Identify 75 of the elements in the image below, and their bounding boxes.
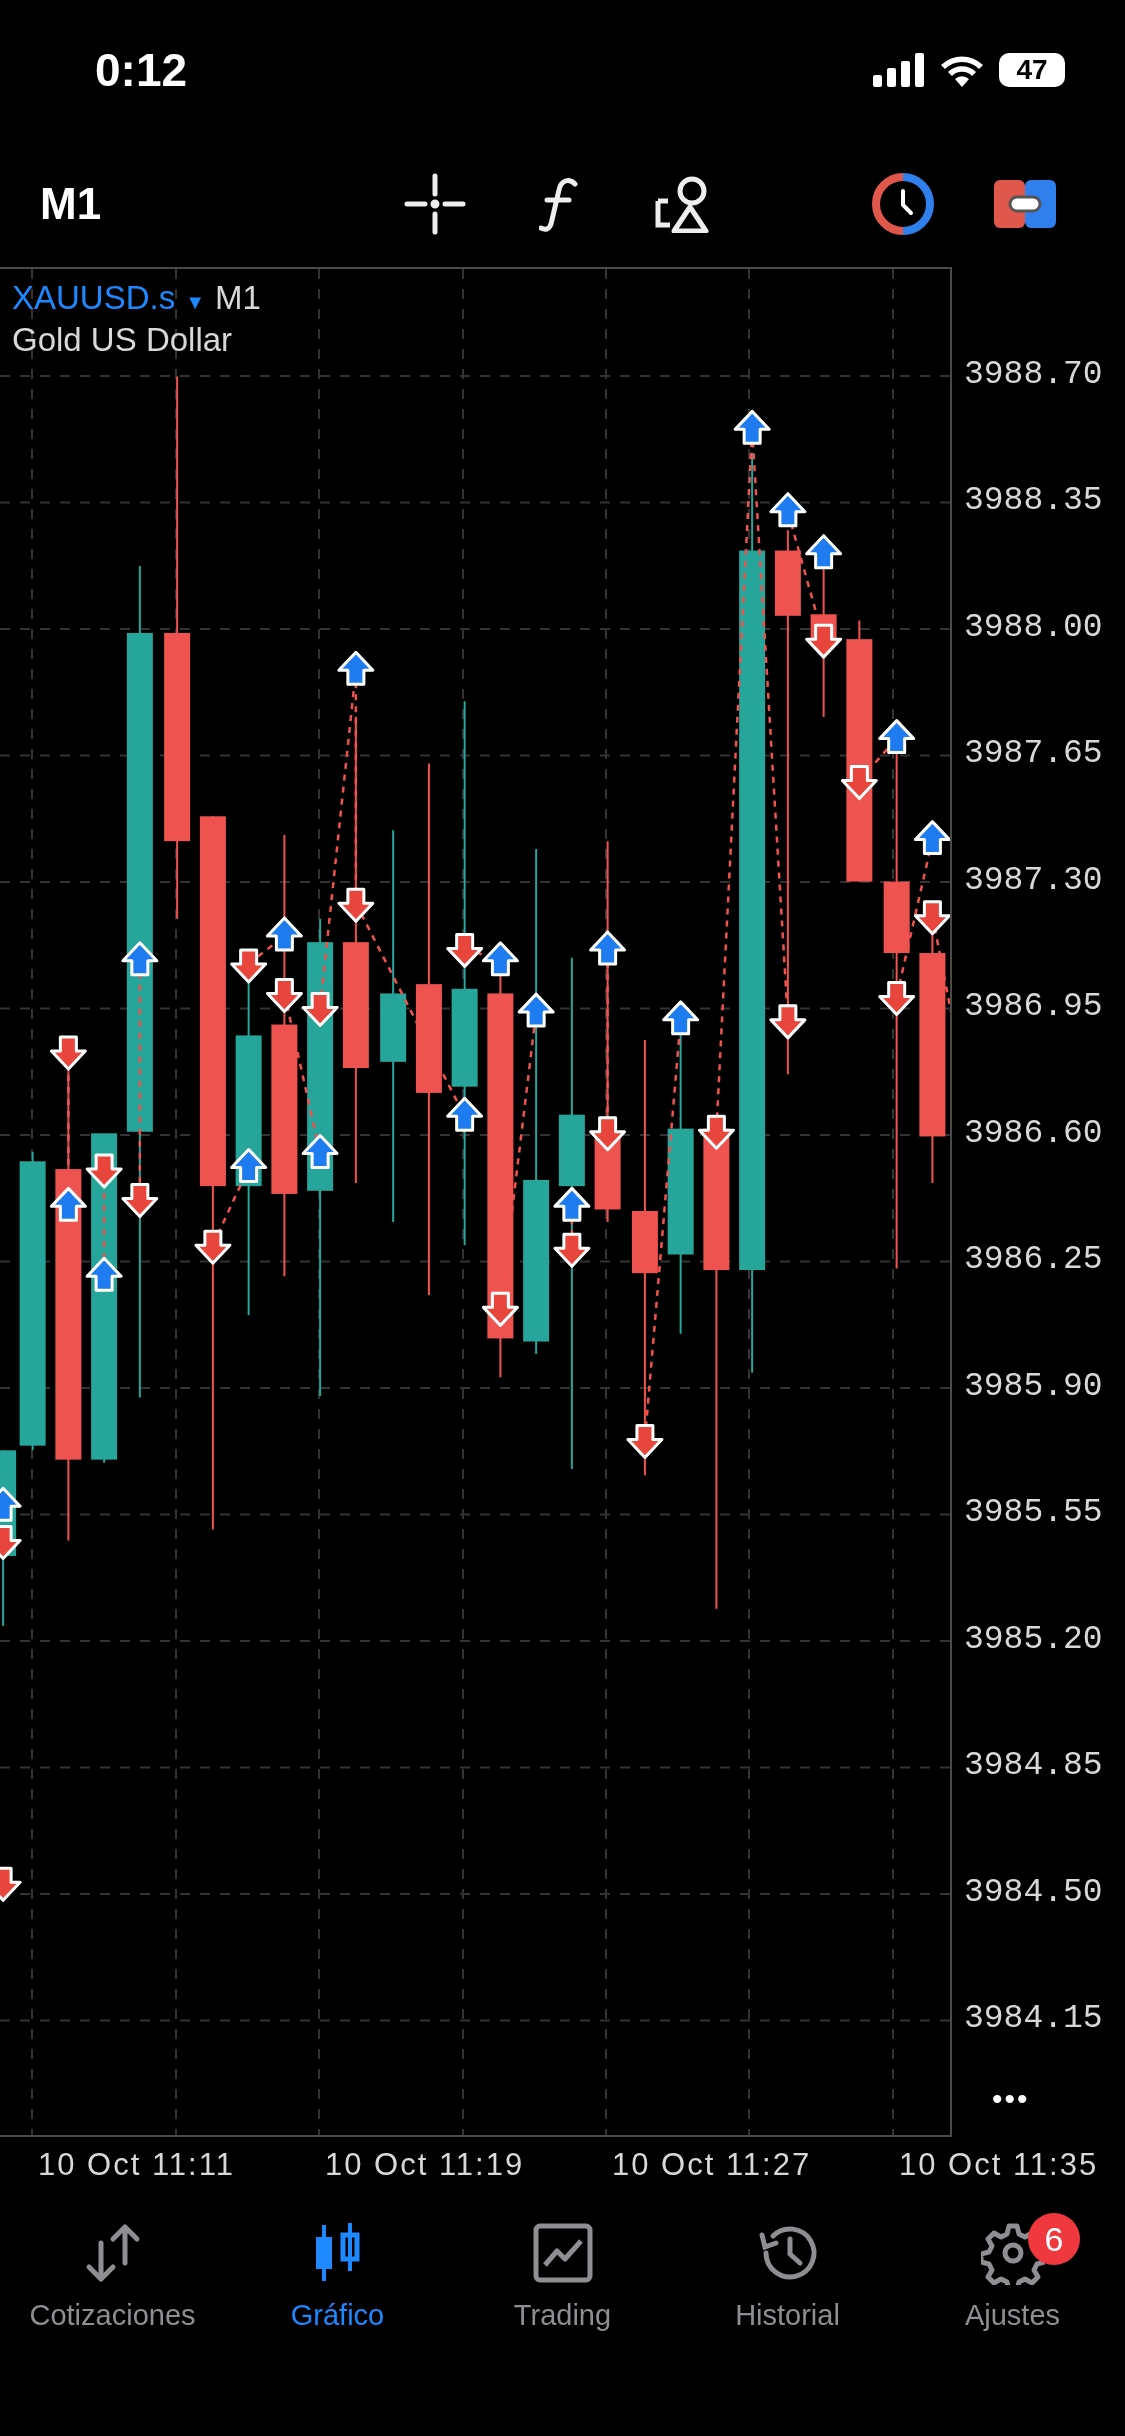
up-arrow-marker	[49, 1186, 87, 1222]
symbol-name[interactable]: XAUUSD.s	[12, 279, 176, 317]
price-label: 3988.70	[964, 355, 1103, 393]
down-arrow-marker	[230, 948, 268, 984]
up-arrow-marker	[0, 1486, 22, 1522]
tab-bar-item[interactable]: Trading	[450, 2213, 675, 2332]
down-arrow-marker	[446, 932, 484, 968]
down-arrow-marker	[913, 900, 950, 936]
up-arrow-marker	[481, 941, 519, 977]
tab-bar-item[interactable]: Gráfico	[225, 2213, 450, 2332]
up-arrow-marker	[121, 941, 159, 977]
chart-timeframe: M1	[215, 279, 261, 317]
price-label: 3984.15	[964, 2000, 1103, 2038]
price-label: 3986.25	[964, 1241, 1103, 1279]
notification-badge: 6	[1028, 2213, 1080, 2265]
up-arrow-marker	[878, 719, 916, 755]
price-label: 3988.35	[964, 482, 1103, 520]
up-arrow-marker	[517, 992, 555, 1028]
tab-bar-item[interactable]: Cotizaciones	[0, 2213, 225, 2332]
wifi-icon	[939, 53, 985, 87]
down-arrow-marker	[0, 1866, 22, 1902]
price-label: 3987.30	[964, 861, 1103, 899]
down-arrow-marker	[194, 1229, 232, 1265]
status-time: 0:12	[95, 43, 188, 97]
price-label: 3984.50	[964, 1873, 1103, 1911]
down-arrow-marker	[589, 1116, 627, 1152]
time-label: 10 Oct 11:19	[325, 2147, 526, 2183]
price-label: 3985.90	[964, 1367, 1103, 1405]
more-button[interactable]: •••	[992, 2082, 1062, 2116]
up-arrow-marker	[301, 1134, 339, 1169]
down-arrow-marker	[121, 1183, 159, 1219]
up-arrow-marker	[553, 1186, 591, 1222]
down-arrow-marker	[626, 1423, 664, 1459]
time-label: 10 Oct 11:11	[38, 2147, 236, 2183]
down-arrow-marker	[337, 887, 375, 923]
tab-bar-item[interactable]: Ajustes 6	[900, 2213, 1125, 2332]
up-arrow-marker	[230, 1148, 268, 1183]
down-arrow-marker	[878, 981, 916, 1017]
down-arrow-marker	[805, 623, 843, 659]
up-arrow-marker	[446, 1096, 484, 1132]
up-arrow-marker	[913, 820, 950, 856]
up-arrow-marker	[85, 1256, 123, 1292]
down-arrow-marker	[481, 1291, 519, 1327]
price-label: 3986.95	[964, 988, 1103, 1026]
up-arrow-marker	[337, 650, 375, 686]
price-label: 3986.60	[964, 1114, 1103, 1152]
down-arrow-marker	[49, 1035, 87, 1071]
chart-panel[interactable]: XAUUSD.s ▼ M1 Gold US Dollar	[0, 267, 952, 2137]
down-arrow-marker	[265, 977, 303, 1013]
symbol-description: Gold US Dollar	[12, 321, 234, 359]
down-arrow-marker	[697, 1114, 735, 1150]
price-label: 3985.20	[964, 1620, 1103, 1658]
down-arrow-marker	[301, 991, 339, 1027]
price-label: 3984.85	[964, 1747, 1103, 1785]
down-arrow-marker	[769, 1004, 807, 1040]
timeframe-label[interactable]: M1	[40, 178, 400, 229]
up-arrow-marker	[769, 492, 807, 528]
up-arrow-marker	[265, 916, 303, 952]
battery-level: 47	[999, 53, 1065, 87]
dropdown-marker[interactable]: ▼	[185, 291, 205, 314]
tab-bar-item[interactable]: Historial	[675, 2213, 900, 2332]
down-arrow-marker	[0, 1524, 22, 1560]
up-arrow-marker	[805, 534, 843, 570]
up-arrow-marker	[662, 1000, 700, 1036]
down-arrow-marker	[840, 765, 878, 801]
time-label: 10 Oct 11:27	[612, 2147, 813, 2183]
up-arrow-marker	[589, 930, 627, 966]
price-label: 3988.00	[964, 608, 1103, 646]
signal-icon	[873, 53, 925, 87]
price-label: 3985.55	[964, 1494, 1103, 1532]
down-arrow-marker	[553, 1232, 591, 1268]
time-label: 10 Oct 11:35	[899, 2147, 1100, 2183]
up-arrow-marker	[733, 409, 771, 445]
down-arrow-marker	[85, 1153, 123, 1189]
price-label: 3987.65	[964, 735, 1103, 773]
